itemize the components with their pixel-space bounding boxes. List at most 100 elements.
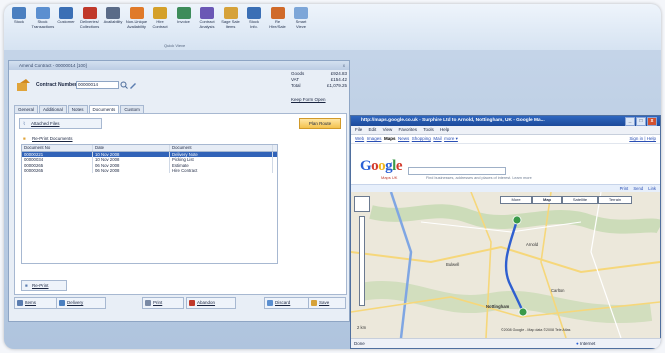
ribbon-button-deliveries[interactable]: Deliveries/ Collections	[79, 7, 101, 29]
ribbon-button-stock[interactable]: Stock Info.	[243, 7, 265, 29]
ribbon-button-label: Deliveries/ Collections	[79, 19, 100, 29]
column-header-date[interactable]: Date	[93, 145, 170, 151]
column-header-document[interactable]: Document	[170, 145, 273, 151]
link-mail[interactable]: Mail	[433, 136, 441, 141]
ribbon-button-smart[interactable]: Smart Vieve	[290, 7, 312, 29]
ribbon-button-label: Stock Info.	[248, 19, 259, 29]
delivery-button[interactable]: Delivery	[56, 297, 106, 309]
ribbon-button-availability[interactable]: Availability	[102, 7, 124, 25]
reprint-button[interactable]: ■ Re-Print	[21, 280, 67, 291]
ribbon-button-non-unique[interactable]: Non-Unique Availability	[126, 7, 148, 29]
browser-titlebar[interactable]: http://maps.google.co.uk - Surphire Ltd …	[351, 116, 660, 126]
sign-in-link[interactable]: Sign in | Help	[629, 135, 656, 143]
ribbon-button-label: Stock	[13, 19, 24, 24]
menu-favorites[interactable]: Favorites	[399, 127, 418, 132]
amend-contract-window: Amend Contract - 00000014 [100] x Contra…	[8, 60, 350, 322]
map-label-carlton: Carlton	[551, 288, 565, 293]
keep-form-open-checkbox[interactable]: Keep Form Open	[291, 97, 326, 102]
map-more-button[interactable]: More	[500, 196, 532, 204]
ribbon-icon	[247, 7, 261, 19]
close-icon[interactable]: x	[343, 61, 345, 70]
tab-additional[interactable]: Additional	[39, 105, 67, 113]
map-label-bulwell: Bulwell	[446, 262, 460, 267]
ribbon-button-stock[interactable]: Stock Transactions	[32, 7, 54, 29]
link-web[interactable]: Web	[355, 136, 364, 141]
ribbon-button-invoice[interactable]: Invoice	[173, 7, 195, 25]
menu-tools[interactable]: Tools	[423, 127, 434, 132]
google-logo: Google	[360, 158, 403, 174]
ribbon-button-label: Sage Sale Items	[221, 19, 240, 29]
map-label-arnold: Arnold	[526, 242, 539, 247]
ribbon-button-label: Stock Transactions	[31, 19, 55, 29]
plan-route-button[interactable]: Plan Route	[299, 118, 341, 129]
ribbon-button-hire[interactable]: Hire Contract	[149, 7, 171, 29]
maximize-button[interactable]: □	[636, 117, 646, 126]
print-button[interactable]: Print	[142, 297, 184, 309]
save-button[interactable]: Save	[308, 297, 346, 309]
attached-files-button[interactable]: ⌇ Attached Files	[19, 118, 102, 129]
search-icon[interactable]	[120, 81, 128, 89]
menu-file[interactable]: File	[355, 127, 362, 132]
menu-view[interactable]: View	[383, 127, 393, 132]
close-button[interactable]: x	[647, 117, 657, 126]
menu-edit[interactable]: Edit	[369, 127, 377, 132]
link-news[interactable]: News	[398, 136, 409, 141]
column-header-document-no[interactable]: Document No	[22, 145, 93, 151]
maps-uk-label: Maps UK	[381, 175, 398, 180]
minimize-button[interactable]: _	[625, 117, 635, 126]
map-view[interactable]: More Map Satellite Terrain Nottingham Ca…	[351, 192, 660, 338]
contract-number-field[interactable]: 00000014	[76, 81, 119, 89]
tab-notes[interactable]: Notes	[67, 105, 88, 113]
map-type-satellite-button[interactable]: Satellite	[562, 196, 598, 204]
contract-window-title: Amend Contract - 00000014 [100]	[19, 63, 87, 68]
tab-custom[interactable]: Custom	[120, 105, 144, 113]
ribbon-icon	[200, 7, 214, 19]
discard-button[interactable]: Discard	[264, 297, 310, 309]
edit-icon[interactable]	[129, 81, 137, 89]
printer-icon: ■	[23, 136, 26, 141]
link-shopping[interactable]: Shopping	[412, 136, 431, 141]
items-button[interactable]: Items	[14, 297, 60, 309]
ribbon-button-customer[interactable]: Customer	[55, 7, 77, 25]
tab-general[interactable]: General	[14, 105, 39, 113]
browser-window: http://maps.google.co.uk - Surphire Ltd …	[350, 115, 661, 349]
ribbon-button-label: Contract Analysis	[199, 19, 215, 29]
maps-search-input[interactable]	[408, 167, 506, 175]
totals-row-total: Total £1,079.25	[291, 83, 347, 88]
ribbon-button-re[interactable]: Re Hire/Sale	[267, 7, 289, 29]
documents-panel: ⌇ Attached Files Plan Route ■ Re-Print D…	[14, 113, 347, 295]
map-label-nottingham: Nottingham	[486, 304, 510, 309]
ribbon-toolbar: Stock Stock Transactions Customer Deliverie…	[4, 4, 661, 51]
map-type-terrain-button[interactable]: Terrain	[598, 196, 632, 204]
ribbon-button-contract[interactable]: Contract Analysis	[196, 7, 218, 29]
ribbon-button-label: Smart Vieve	[295, 19, 307, 29]
menu-help[interactable]: Help	[440, 127, 449, 132]
abandon-button[interactable]: Abandon	[186, 297, 236, 309]
contract-window-titlebar[interactable]: Amend Contract - 00000014 [100] x	[9, 61, 349, 70]
ribbon-icon	[82, 7, 97, 19]
tab-documents[interactable]: Documents	[88, 105, 120, 113]
ribbon-icon	[12, 7, 26, 19]
reprint-documents-link[interactable]: ■ Re-Print Documents	[23, 136, 73, 141]
link-maps[interactable]: Maps	[384, 136, 396, 141]
link-more[interactable]: more ▾	[444, 136, 458, 141]
map-zoom-slider[interactable]	[359, 216, 365, 306]
window-controls: _ □ x	[625, 117, 657, 126]
ribbon-icon	[129, 7, 144, 19]
link-images[interactable]: Images	[367, 136, 382, 141]
map-roads	[351, 192, 660, 338]
app-frame: Stock Stock Transactions Customer Deliverie…	[4, 4, 661, 349]
quick-view-group-label: Quick Vieve	[164, 43, 186, 48]
ribbon-button-sage-sale[interactable]: Sage Sale Items	[220, 7, 242, 29]
bottom-button-bar: Items Delivery Print Abandon Discard Sav…	[14, 297, 346, 309]
grid-header: Document No Date Document	[22, 145, 277, 152]
ribbon-button-label: Hire Contract	[152, 19, 168, 29]
ribbon-button-stock[interactable]: Stock	[8, 7, 30, 25]
ribbon-button-label: Non-Unique Availability	[125, 19, 148, 29]
map-pan-control[interactable]	[354, 196, 370, 212]
print-send-link[interactable]: Print Send Link	[620, 185, 656, 192]
table-row[interactable]: 00000265 06 Nov 2008 Hire Contract	[22, 167, 277, 174]
internet-zone: ● Internet	[576, 341, 596, 346]
map-type-map-button[interactable]: Map	[532, 196, 562, 204]
browser-title: http://maps.google.co.uk - Surphire Ltd …	[361, 118, 545, 123]
